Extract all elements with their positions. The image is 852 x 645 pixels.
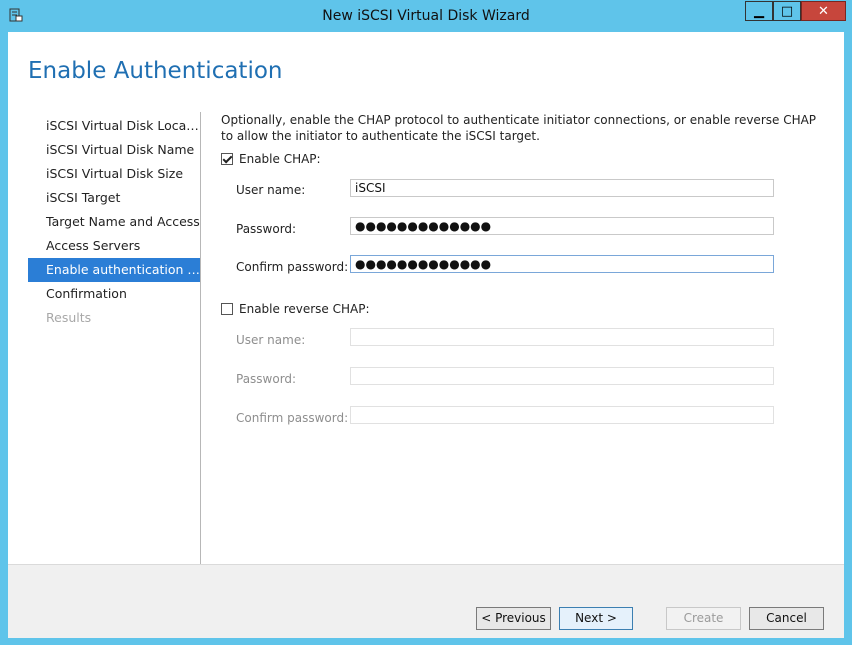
chap-confirm-label: Confirm password: bbox=[236, 260, 349, 274]
step-target-name-access[interactable]: Target Name and Access bbox=[28, 210, 200, 234]
reverse-user-label: User name: bbox=[236, 333, 306, 347]
enable-chap-row[interactable]: Enable CHAP: bbox=[221, 152, 321, 166]
step-access-servers[interactable]: Access Servers bbox=[28, 234, 200, 258]
reverse-user-input bbox=[350, 328, 774, 346]
enable-reverse-chap-row[interactable]: Enable reverse CHAP: bbox=[221, 302, 370, 316]
reverse-confirm-label: Confirm password: bbox=[236, 411, 349, 425]
window-title: New iSCSI Virtual Disk Wizard bbox=[322, 8, 530, 24]
minimize-button[interactable]: ▁ bbox=[745, 1, 773, 21]
cancel-button[interactable]: Cancel bbox=[749, 607, 824, 630]
wizard-steps: iSCSI Virtual Disk Location iSCSI Virtua… bbox=[28, 114, 200, 330]
step-confirmation[interactable]: Confirmation bbox=[28, 282, 200, 306]
wizard-body: Enable Authentication iSCSI Virtual Disk… bbox=[8, 32, 844, 638]
step-size[interactable]: iSCSI Virtual Disk Size bbox=[28, 162, 200, 186]
step-name[interactable]: iSCSI Virtual Disk Name bbox=[28, 138, 200, 162]
step-enable-authentication[interactable]: Enable authentication ser... bbox=[28, 258, 200, 282]
reverse-confirm-input bbox=[350, 406, 774, 424]
header: Enable Authentication bbox=[8, 32, 844, 110]
close-button[interactable]: ✕ bbox=[801, 1, 846, 21]
maximize-button[interactable]: □ bbox=[773, 1, 801, 21]
step-target[interactable]: iSCSI Target bbox=[28, 186, 200, 210]
reverse-password-input bbox=[350, 367, 774, 385]
authentication-panel: Optionally, enable the CHAP protocol to … bbox=[221, 112, 821, 425]
steps-divider bbox=[200, 112, 201, 574]
previous-button[interactable]: < Previous bbox=[476, 607, 551, 630]
enable-chap-label: Enable CHAP: bbox=[239, 152, 321, 166]
enable-reverse-chap-checkbox[interactable] bbox=[221, 303, 233, 315]
page-title: Enable Authentication bbox=[28, 58, 283, 84]
button-bar: < Previous Next > Create Cancel bbox=[8, 564, 844, 638]
enable-reverse-chap-label: Enable reverse CHAP: bbox=[239, 302, 370, 316]
chap-user-input[interactable]: iSCSI bbox=[350, 179, 774, 197]
step-results: Results bbox=[46, 310, 92, 325]
chap-password-input[interactable]: ●●●●●●●●●●●●● bbox=[350, 217, 774, 235]
chap-password-label: Password: bbox=[236, 222, 297, 236]
chap-user-label: User name: bbox=[236, 183, 306, 197]
title-bar: New iSCSI Virtual Disk Wizard ▁ □ ✕ bbox=[0, 0, 852, 32]
reverse-password-label: Password: bbox=[236, 372, 297, 386]
step-location[interactable]: iSCSI Virtual Disk Location bbox=[28, 114, 200, 138]
create-button: Create bbox=[666, 607, 741, 630]
enable-chap-checkbox[interactable] bbox=[221, 153, 233, 165]
chap-confirm-input[interactable]: ●●●●●●●●●●●●● bbox=[350, 255, 774, 273]
next-button[interactable]: Next > bbox=[559, 607, 633, 630]
description-text: Optionally, enable the CHAP protocol to … bbox=[221, 113, 817, 143]
